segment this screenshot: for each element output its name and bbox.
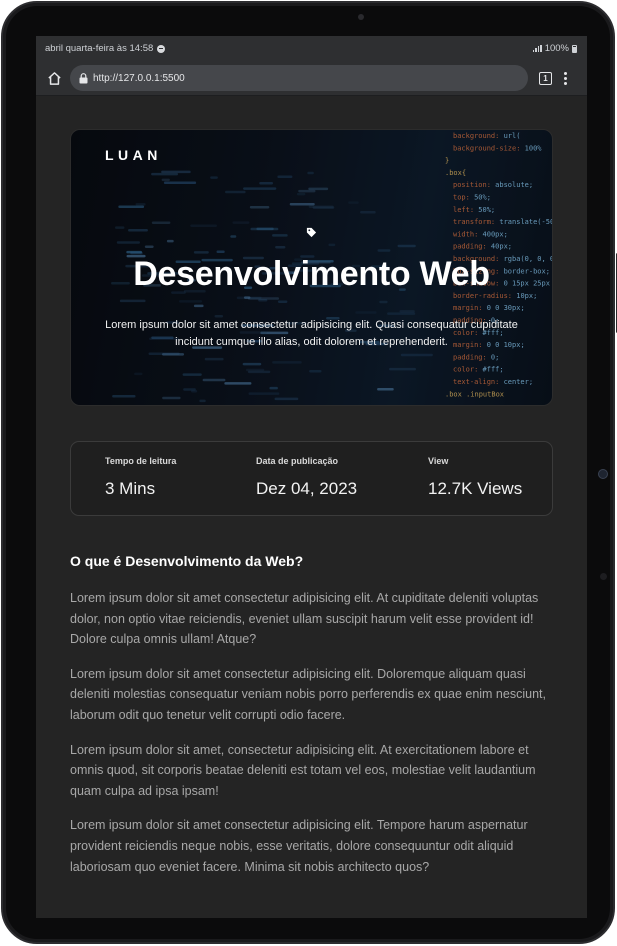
stat-value: 12.7K Views	[428, 479, 523, 498]
status-bar: abril quarta-feira às 14:58 100%	[36, 36, 587, 61]
screen: abril quarta-feira às 14:58 100% http://…	[36, 36, 587, 918]
article: O que é Desenvolvimento da Web? Lorem ip…	[70, 553, 546, 891]
stat-value: Dez 04, 2023	[256, 479, 358, 498]
battery-icon	[572, 44, 577, 53]
status-time: abril quarta-feira às 14:58	[45, 43, 154, 54]
side-sensor	[598, 469, 608, 479]
stat-views: View 12.7K Views	[428, 456, 522, 499]
stat-label: Data de publicação	[256, 456, 339, 466]
lock-icon	[79, 72, 88, 84]
signal-icon	[532, 45, 542, 52]
side-dot	[600, 573, 607, 580]
article-paragraph: Lorem ipsum dolor sit amet consectetur a…	[70, 591, 539, 647]
hero-title: Desenvolvimento Web	[133, 255, 490, 293]
home-icon[interactable]	[46, 70, 62, 86]
stat-value: 3 Mins	[105, 479, 156, 498]
tag-icon	[306, 225, 317, 243]
tablet-frame: abril quarta-feira às 14:58 100% http://…	[1, 1, 617, 944]
stat-publish-date: Data de publicação Dez 04, 2023	[256, 456, 357, 499]
battery-percent: 100%	[544, 43, 569, 54]
url-text: http://127.0.0.1:5500	[93, 72, 185, 84]
address-bar[interactable]: http://127.0.0.1:5500	[70, 65, 528, 91]
stat-reading-time: Tempo de leitura 3 Mins	[105, 456, 176, 499]
browser-toolbar: http://127.0.0.1:5500 1	[36, 61, 587, 96]
stats-panel: Tempo de leitura 3 Mins Data de publicaç…	[70, 441, 553, 516]
stat-label: Tempo de leitura	[105, 456, 177, 466]
article-title: O que é Desenvolvimento da Web?	[70, 553, 304, 569]
stat-label: View	[428, 456, 449, 466]
hero-banner: background: url(background-size: 100%} .b…	[70, 129, 553, 406]
article-paragraph: Lorem ipsum dolor sit amet, consectetur …	[70, 742, 536, 798]
more-menu-icon[interactable]	[564, 71, 567, 85]
article-paragraph: Lorem ipsum dolor sit amet consectetur a…	[70, 666, 546, 722]
tabs-button[interactable]: 1	[539, 71, 552, 85]
article-paragraph: Lorem ipsum dolor sit amet consectetur a…	[70, 818, 528, 874]
camera-lens	[358, 14, 364, 20]
dnd-icon	[157, 44, 166, 53]
hero-description: Lorem ipsum dolor sit amet consectetur a…	[105, 319, 518, 348]
brand-logo[interactable]: LUAN	[105, 147, 162, 163]
